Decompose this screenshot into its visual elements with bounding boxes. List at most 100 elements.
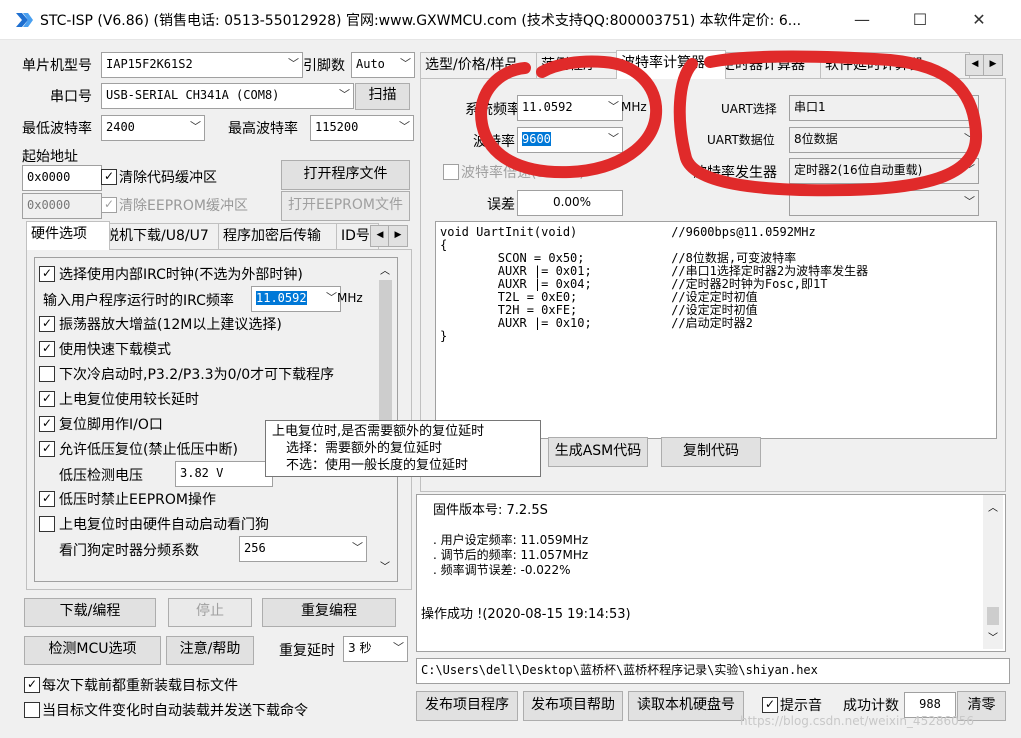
baud-select[interactable]: 9600 ﹀ xyxy=(517,127,623,153)
wdt-label: 看门狗定时器分频系数 xyxy=(59,543,199,559)
success-line: 操作成功 !(2020-08-15 19:14:53) xyxy=(421,607,631,622)
opt-gain-checkbox[interactable]: ✓ xyxy=(39,316,55,332)
opt-longdelay-label: 上电复位使用较长延时 xyxy=(59,392,199,408)
chevron-down-icon: ﹀ xyxy=(964,100,975,113)
copy-code-button[interactable]: 复制代码 xyxy=(661,437,761,467)
max-baud-select[interactable]: 115200 ﹀ xyxy=(310,115,414,141)
baud-double-label: 波特率倍速(SMOD) xyxy=(461,165,585,181)
download-button[interactable]: 下载/编程 xyxy=(24,598,156,627)
read-disk-button[interactable]: 读取本机硬盘号 xyxy=(628,691,744,721)
mcu-select[interactable]: IAP15F2K61S2 ﹀ xyxy=(101,52,303,78)
code-view[interactable]: void UartInit(void) //9600bps@11.0592MHz… xyxy=(435,221,997,439)
tab-hardware[interactable]: 硬件选项 xyxy=(26,221,110,250)
tab-left-arrow-icon[interactable]: ◀ xyxy=(370,225,390,247)
addr2-input[interactable]: 0x0000 xyxy=(22,193,102,219)
extra-select[interactable]: ﹀ xyxy=(789,190,979,216)
start-addr-label: 起始地址 xyxy=(22,149,78,165)
opt-resetio-checkbox[interactable]: ✓ xyxy=(39,416,55,432)
output-log[interactable]: 固件版本号: 7.2.5S . 用户设定频率: 11.059MHz . 调节后的… xyxy=(416,494,1006,652)
left-tabs: 硬件选项 脱机下载/U8/U7 程序加密后传输 ID号 ◀ ▶ xyxy=(26,221,410,250)
lv-select[interactable]: 3.82 V xyxy=(175,461,273,487)
clear-eeprom-checkbox[interactable]: ✓ xyxy=(101,197,117,213)
min-baud-select[interactable]: 2400 ﹀ xyxy=(101,115,205,141)
tooltip-line3: 不选：使用一般长度的复位延时 xyxy=(286,458,469,473)
opt-wdt-checkbox[interactable] xyxy=(39,516,55,532)
minimize-button[interactable]: — xyxy=(833,0,891,40)
uart-sel-label: UART选择 xyxy=(721,102,777,116)
tab-left-arrow-icon[interactable]: ◀ xyxy=(965,54,985,76)
pin-select[interactable]: Auto ﹀ xyxy=(351,52,415,78)
baud-label: 波特率 xyxy=(473,134,515,150)
lv-label: 低压检测电压 xyxy=(59,468,143,484)
tab-baud-calc[interactable]: 波特率计算器 xyxy=(616,50,726,79)
port-select[interactable]: USB-SERIAL CH341A (COM8) ﹀ xyxy=(101,83,354,109)
tab-encrypt[interactable]: 程序加密后传输 xyxy=(218,223,346,250)
opt-longdelay-checkbox[interactable]: ✓ xyxy=(39,391,55,407)
opt-irc-label: 选择使用内部IRC时钟(不选为外部时钟) xyxy=(59,267,303,283)
auto-reload-label: 当目标文件变化时自动装载并发送下载命令 xyxy=(42,703,308,719)
beep-checkbox[interactable]: ✓ xyxy=(762,697,778,713)
baud-gen-label: 波特率发生器 xyxy=(693,165,777,181)
clear-code-checkbox[interactable]: ✓ xyxy=(101,169,117,185)
scroll-thumb[interactable] xyxy=(379,280,392,440)
chevron-down-icon: ﹀ xyxy=(608,100,619,113)
chevron-down-icon: ﹀ xyxy=(964,195,975,208)
reload-each-label: 每次下载前都重新装载目标文件 xyxy=(42,678,238,694)
open-program-button[interactable]: 打开程序文件 xyxy=(281,160,410,190)
tab-right-arrow-icon[interactable]: ▶ xyxy=(388,225,408,247)
baud-gen-select[interactable]: 定时器2(16位自动重载) ﹀ xyxy=(789,158,979,184)
opt-cold-checkbox[interactable] xyxy=(39,366,55,382)
help-button[interactable]: 注意/帮助 xyxy=(166,636,254,665)
app-icon xyxy=(16,13,33,27)
reload-each-checkbox[interactable]: ✓ xyxy=(24,677,40,693)
firmware-line: 固件版本号: 7.2.5S xyxy=(433,503,548,518)
chevron-down-icon: ﹀ xyxy=(399,120,410,133)
opt-lvr-checkbox[interactable]: ✓ xyxy=(39,441,55,457)
gen-asm-button[interactable]: 生成ASM代码 xyxy=(548,437,648,467)
check-mcu-button[interactable]: 检测MCU选项 xyxy=(24,636,161,665)
delay-select[interactable]: 3 秒 ﹀ xyxy=(343,636,408,662)
opt-irc-checkbox[interactable]: ✓ xyxy=(39,266,55,282)
freq-err-line: . 频率调节误差: -0.022% xyxy=(433,563,571,577)
options-scrollbar[interactable]: ︿ ﹀ xyxy=(376,258,395,579)
tab-offline[interactable]: 脱机下载/U8/U7 xyxy=(100,223,228,250)
tab-delay-calc[interactable]: 软件延时计算器 xyxy=(820,52,970,79)
uart-sel-select[interactable]: 串口1 ﹀ xyxy=(789,95,979,121)
close-button[interactable]: ✕ xyxy=(950,0,1008,40)
tooltip-line1: 上电复位时,是否需要额外的复位延时 xyxy=(272,424,485,439)
sys-freq-label: 系统频率 xyxy=(465,102,521,118)
reprogram-button[interactable]: 重复编程 xyxy=(262,598,396,627)
tab-timer-calc[interactable]: 定时器计算器 xyxy=(716,52,830,79)
publish-program-button[interactable]: 发布项目程序 xyxy=(416,691,518,721)
right-tabs: 选型/价格/样品 范例程序 波特率计算器 定时器计算器 软件延时计算器 ◀ ▶ xyxy=(420,50,1004,79)
sys-freq-select[interactable]: 11.0592 ﹀ xyxy=(517,95,623,121)
clear-eeprom-label: 清除EEPROM缓冲区 xyxy=(119,198,248,214)
chevron-down-icon: ﹀ xyxy=(393,641,404,654)
baud-double-checkbox[interactable] xyxy=(443,164,459,180)
hex-path-field[interactable]: C:\Users\dell\Desktop\蓝桥杯\蓝桥杯程序记录\实验\shi… xyxy=(416,658,1010,684)
opt-fast-checkbox[interactable]: ✓ xyxy=(39,341,55,357)
reset-delay-tooltip: 上电复位时,是否需要额外的复位延时 选择：需要额外的复位延时 不选：使用一般长度… xyxy=(265,420,541,477)
addr1-input[interactable]: 0x0000 xyxy=(22,165,102,191)
maximize-button[interactable]: ☐ xyxy=(891,0,949,40)
min-baud-label: 最低波特率 xyxy=(22,121,92,137)
freq-unit: MHz xyxy=(621,100,647,114)
scroll-thumb[interactable] xyxy=(987,607,999,625)
opt-cold-label: 下次冷启动时,P3.2/P3.3为0/0才可下载程序 xyxy=(59,367,335,383)
chevron-down-icon: ﹀ xyxy=(964,132,975,145)
uart-bits-select[interactable]: 8位数据 ﹀ xyxy=(789,127,979,153)
opt-eeprom-lv-checkbox[interactable]: ✓ xyxy=(39,491,55,507)
publish-help-button[interactable]: 发布项目帮助 xyxy=(523,691,623,721)
output-scrollbar[interactable]: ︿ ﹀ xyxy=(983,495,1003,649)
wdt-select[interactable]: 256 ﹀ xyxy=(239,536,367,562)
tab-examples[interactable]: 范例程序 xyxy=(536,52,626,79)
title-bar: STC-ISP (V6.86) (销售电话: 0513-55012928) 官网… xyxy=(0,0,1021,40)
auto-reload-checkbox[interactable] xyxy=(24,702,40,718)
open-eeprom-button[interactable]: 打开EEPROM文件 xyxy=(281,191,410,221)
chevron-down-icon: ﹀ xyxy=(964,163,975,176)
scan-button[interactable]: 扫描 xyxy=(355,83,410,110)
tab-right-arrow-icon[interactable]: ▶ xyxy=(983,54,1003,76)
stop-button[interactable]: 停止 xyxy=(168,598,252,627)
irc-freq-select[interactable]: 11.0592 ﹀ xyxy=(251,286,341,312)
tab-selection[interactable]: 选型/价格/样品 xyxy=(420,52,546,79)
